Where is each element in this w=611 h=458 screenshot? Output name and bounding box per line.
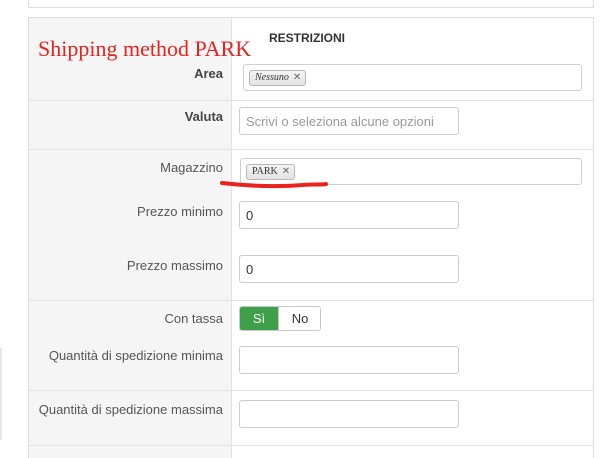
qta-min-input[interactable]: [239, 346, 459, 374]
area-chip-label: Nessuno: [255, 72, 289, 83]
row-divider: [29, 445, 593, 446]
magazzino-chip-label: PARK: [252, 166, 278, 177]
row-divider: [29, 300, 593, 301]
prezzo-minimo-label: Prezzo minimo: [137, 204, 223, 219]
row-divider: [29, 149, 593, 150]
area-select[interactable]: Nessuno ✕: [243, 64, 582, 91]
prezzo-massimo-label: Prezzo massimo: [126, 258, 223, 273]
restrictions-panel: RESTRIZIONI Area Nessuno ✕ Valuta Magazzi…: [28, 17, 594, 458]
annotation-underline: [220, 181, 328, 189]
page-edge-mark: [0, 348, 2, 440]
area-chip[interactable]: Nessuno ✕: [249, 70, 307, 86]
valuta-label: Valuta: [184, 109, 223, 124]
magazzino-label: Magazzino: [160, 160, 223, 175]
qta-min-label: Quantità di spedizione minima: [48, 348, 223, 363]
con-tassa-toggle[interactable]: Sì No: [239, 306, 321, 331]
row-divider: [29, 100, 593, 101]
con-tassa-label: Con tassa: [164, 311, 223, 326]
toggle-yes-button[interactable]: Sì: [240, 307, 278, 330]
area-label: Area: [194, 66, 223, 81]
valuta-input[interactable]: [239, 107, 459, 135]
close-icon[interactable]: ✕: [282, 166, 290, 177]
toggle-no-button[interactable]: No: [278, 307, 320, 330]
row-divider: [29, 390, 593, 391]
panel-title: RESTRIZIONI: [269, 31, 346, 45]
close-icon[interactable]: ✕: [293, 72, 301, 83]
qta-max-input[interactable]: [239, 400, 459, 428]
label-column: [29, 18, 232, 458]
qta-max-label: Quantità di spedizione massima: [38, 402, 223, 417]
annotation-text: Shipping method PARK: [38, 36, 252, 61]
previous-panel-edge: [28, 0, 594, 8]
prezzo-massimo-input[interactable]: [239, 255, 459, 283]
prezzo-minimo-input[interactable]: [239, 201, 459, 229]
